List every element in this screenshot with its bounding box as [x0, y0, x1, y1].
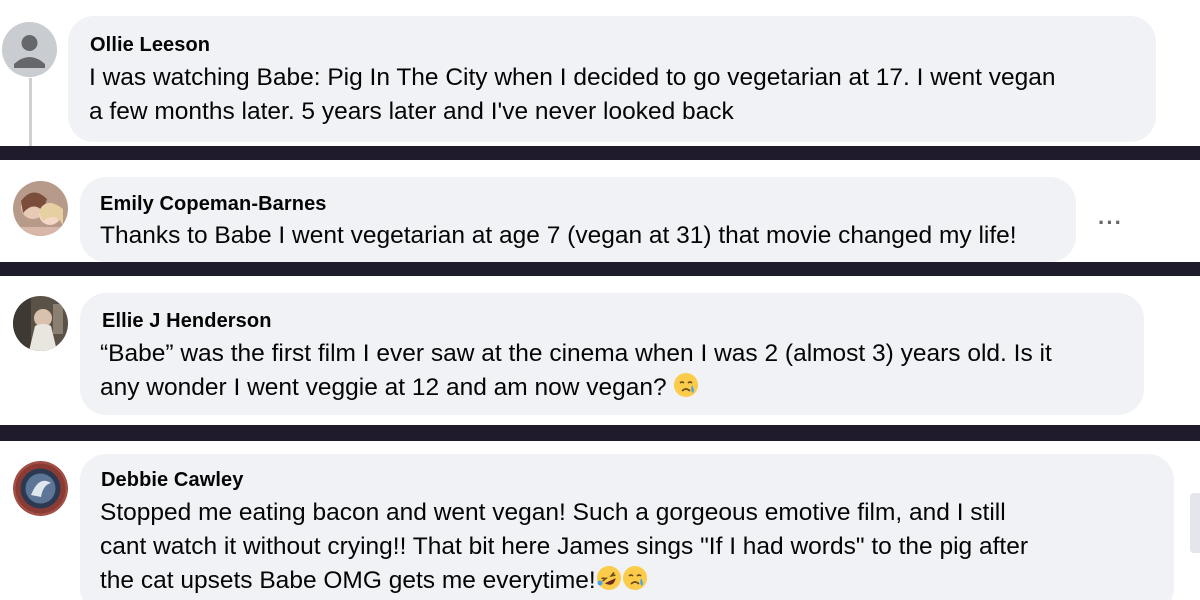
comment-panel: Emily Copeman-Barnes Thanks to Babe I we… — [0, 160, 1200, 262]
comment-line: Stopped me eating bacon and went vegan! … — [100, 499, 1006, 526]
comment-text: Thanks to Babe I went vegetarian at age … — [100, 219, 1080, 253]
reply-thread-line — [29, 78, 32, 146]
comment-text: “Babe” was the first film I ever saw at … — [100, 337, 1140, 408]
comment-panel: Debbie Cawley Stopped me eating bacon an… — [0, 441, 1200, 600]
comment-author[interactable]: Debbie Cawley — [101, 469, 243, 492]
comment-line: any wonder I went veggie at 12 and am no… — [100, 374, 667, 401]
comment-bubble: Emily Copeman-Barnes Thanks to Babe I we… — [80, 177, 1076, 262]
separator-band — [0, 262, 1200, 276]
comment-line: cant watch it without crying!! That bit … — [100, 533, 1028, 560]
crying-face-emoji — [673, 372, 699, 408]
comment-line: the cat upsets Babe OMG gets me everytim… — [100, 567, 596, 594]
separator-band — [0, 425, 1200, 441]
crying-face-emoji — [622, 565, 648, 600]
comment-author[interactable]: Ellie J Henderson — [102, 310, 272, 333]
comment-bubble: Ellie J Henderson “Babe” was the first f… — [80, 293, 1144, 415]
comment-line: a few months later. 5 years later and I'… — [89, 98, 734, 125]
comment-bubble: Ollie Leeson I was watching Babe: Pig In… — [68, 16, 1156, 142]
comment-author[interactable]: Emily Copeman-Barnes — [100, 193, 327, 216]
rolling-laughing-emoji — [596, 565, 622, 600]
user-photo-avatar[interactable] — [13, 296, 68, 351]
ellipsis-icon[interactable]: ··· — [1098, 212, 1123, 234]
separator-band — [0, 146, 1200, 160]
comment-line: Thanks to Babe I went vegetarian at age … — [100, 222, 1017, 249]
comment-panel: Ollie Leeson I was watching Babe: Pig In… — [0, 0, 1200, 146]
comment-line: I was watching Babe: Pig In The City whe… — [89, 64, 1056, 91]
comment-text: I was watching Babe: Pig In The City whe… — [89, 61, 1149, 129]
comment-line: “Babe” was the first film I ever saw at … — [100, 340, 1052, 367]
comment-author[interactable]: Ollie Leeson — [90, 34, 210, 57]
comment-bubble: Debbie Cawley Stopped me eating bacon an… — [80, 454, 1174, 600]
right-edge-fragment — [1190, 493, 1200, 553]
user-photo-avatar[interactable] — [13, 461, 68, 516]
user-photo-avatar[interactable] — [13, 181, 68, 236]
comment-panel: Ellie J Henderson “Babe” was the first f… — [0, 276, 1200, 425]
default-profile-avatar[interactable] — [2, 22, 57, 77]
comment-text: Stopped me eating bacon and went vegan! … — [100, 496, 1170, 600]
